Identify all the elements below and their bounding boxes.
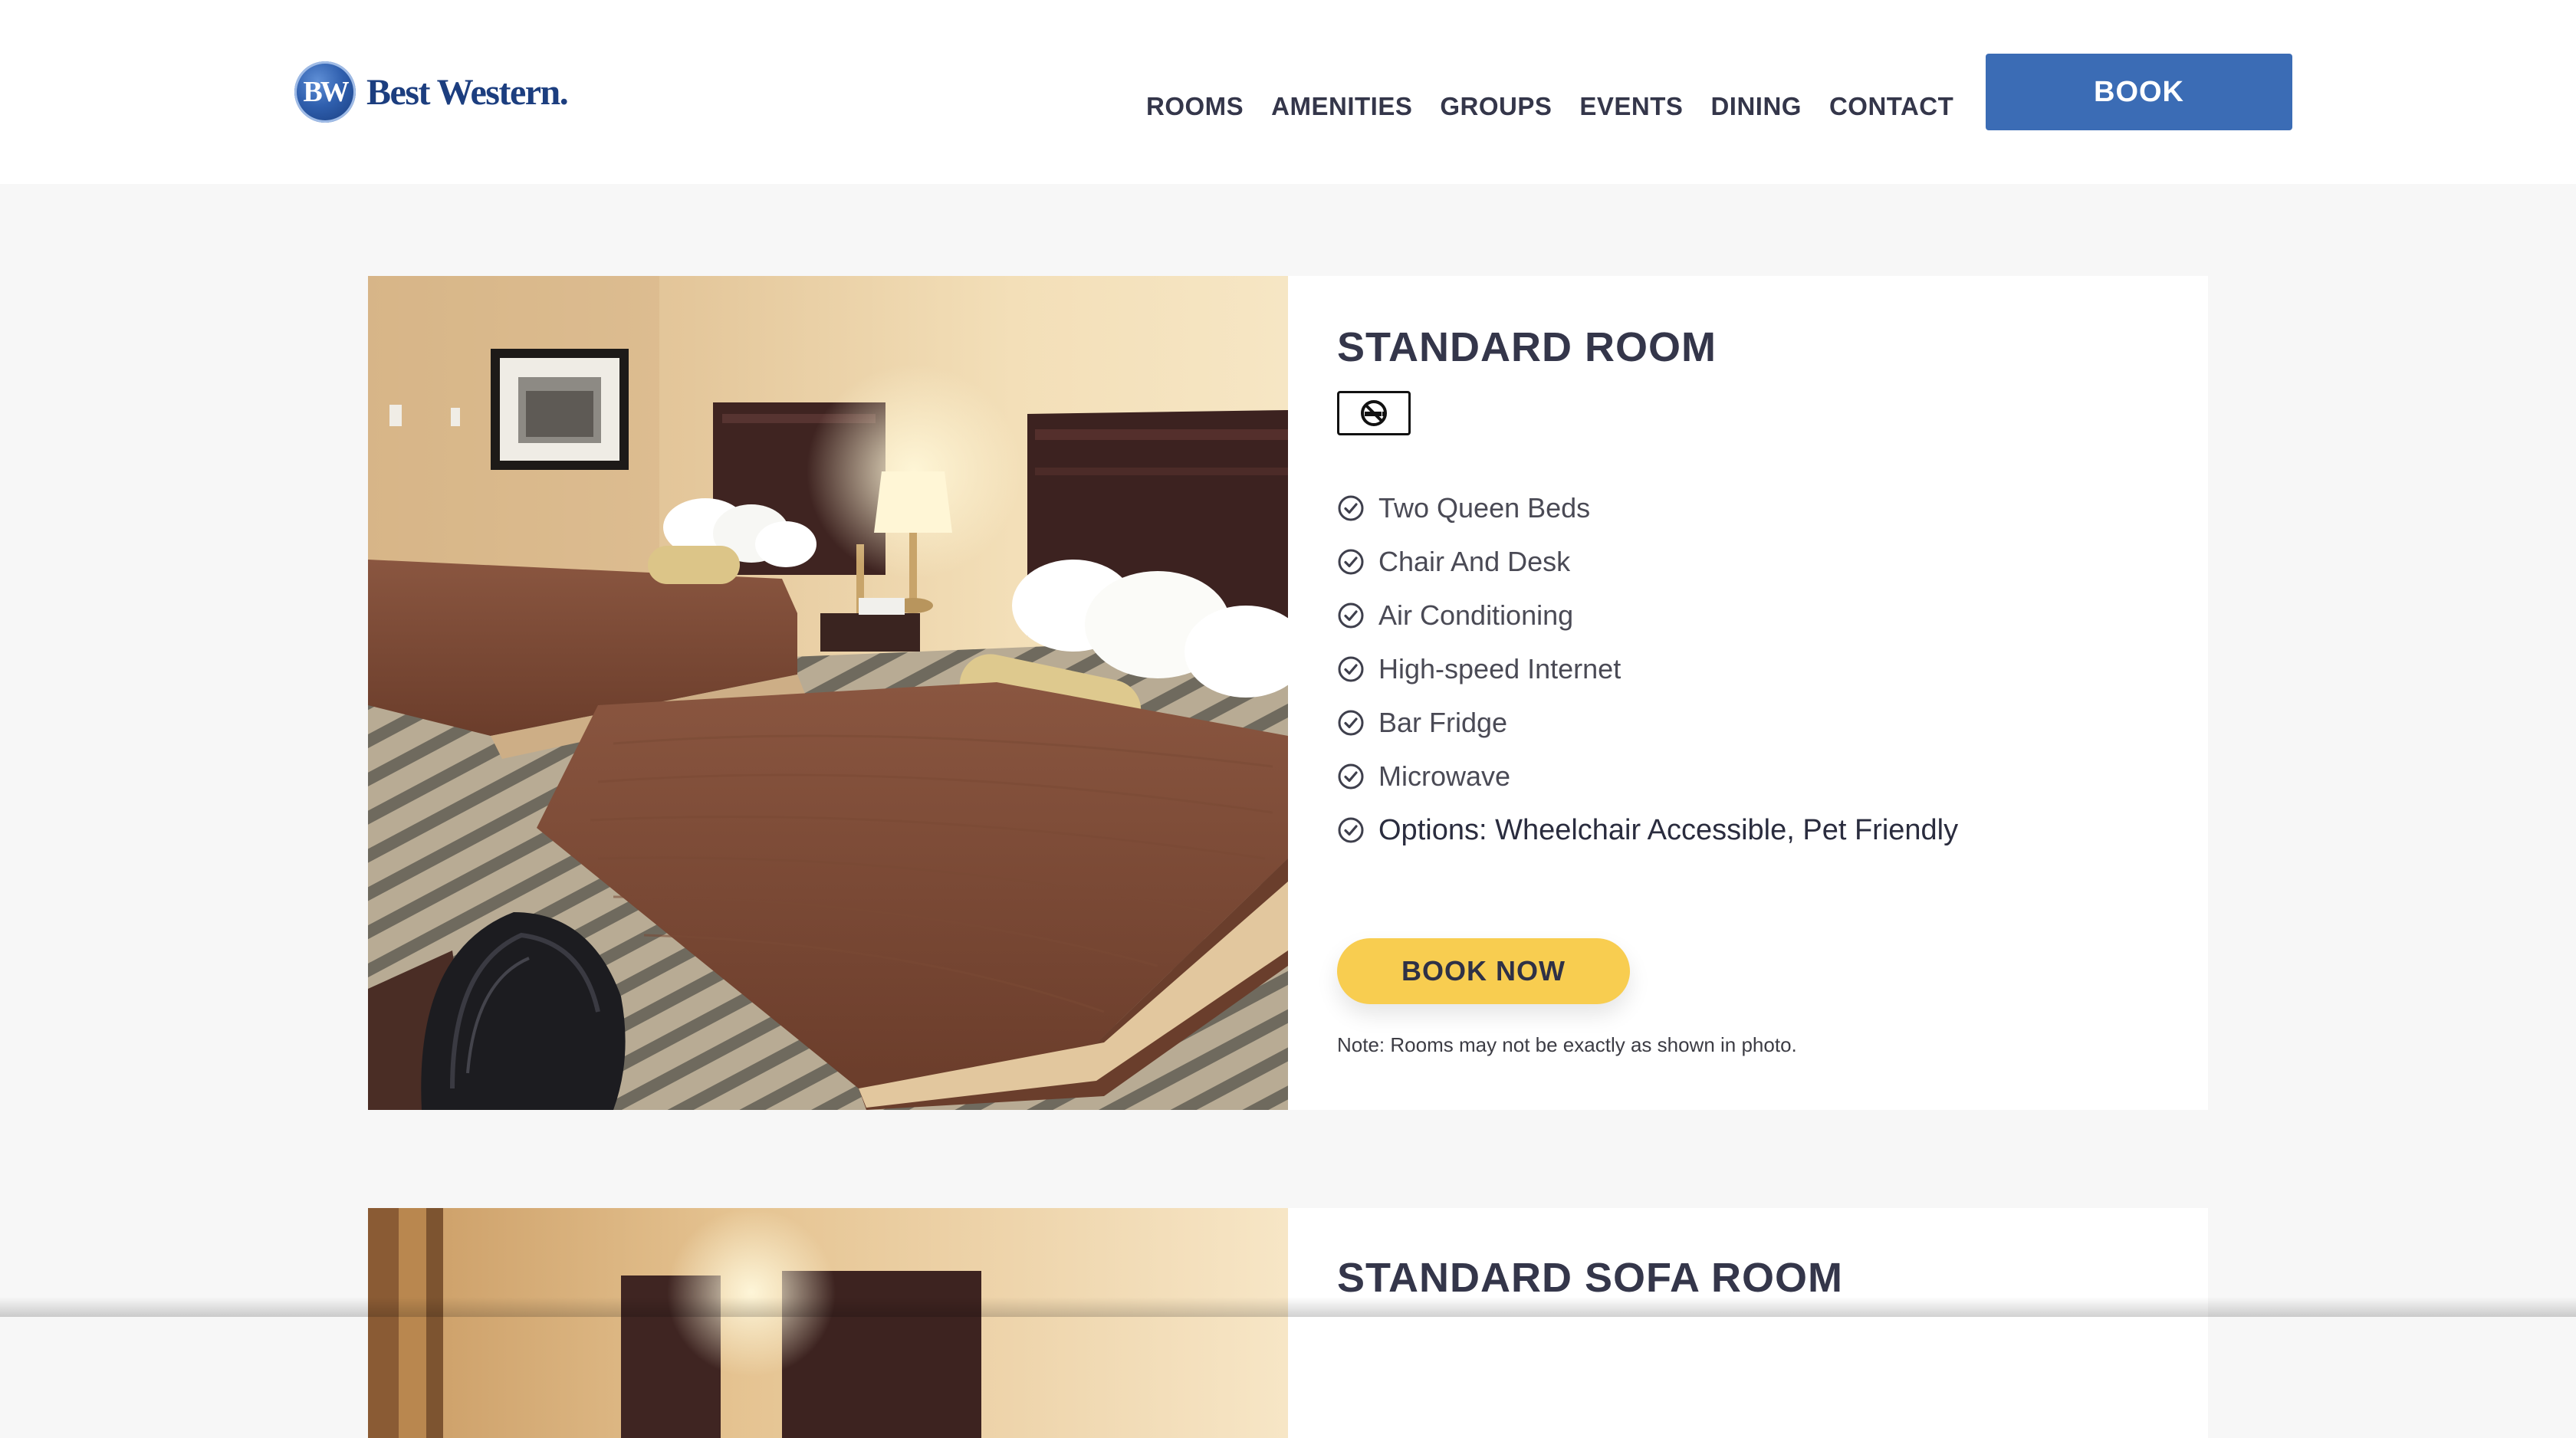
room-photo-image: [368, 276, 1288, 1110]
room-info: STANDARD ROOM Two Queen Beds Chair And D…: [1288, 276, 2208, 1110]
feature-label: Bar Fridge: [1378, 707, 1508, 738]
logo-wordmark: Best Western.: [366, 71, 569, 113]
room-info: STANDARD SOFA ROOM: [1288, 1208, 2208, 1438]
room-title: STANDARD SOFA ROOM: [1337, 1255, 1843, 1301]
room-photo-image: [368, 1208, 1288, 1438]
nav-amenities[interactable]: AMENITIES: [1271, 92, 1412, 121]
list-item: Two Queen Beds: [1337, 481, 1958, 535]
feature-label: Chair And Desk: [1378, 546, 1571, 577]
nav-events[interactable]: EVENTS: [1579, 92, 1683, 121]
list-item: Bar Fridge: [1337, 696, 1958, 750]
nav-rooms[interactable]: ROOMS: [1146, 92, 1244, 121]
photo-note: Note: Rooms may not be exactly as shown …: [1337, 1033, 1797, 1056]
room-card-standard: STANDARD ROOM Two Queen Beds Chair And D…: [368, 276, 2208, 1110]
feature-label: High-speed Internet: [1378, 653, 1622, 685]
check-circle-icon: [1338, 763, 1364, 790]
list-item: Air Conditioning: [1337, 589, 1958, 642]
nav-contact[interactable]: CONTACT: [1829, 92, 1953, 121]
feature-label: Air Conditioning: [1378, 599, 1574, 631]
check-circle-icon: [1338, 656, 1364, 682]
feature-label: Two Queen Beds: [1378, 492, 1591, 524]
feature-list: Two Queen Beds Chair And Desk Air Condit…: [1337, 481, 1958, 857]
nav-groups[interactable]: GROUPS: [1440, 92, 1552, 121]
bw-logo-badge: BW: [294, 61, 356, 123]
site-header: BW Best Western. ROOMS AMENITIES GROUPS …: [0, 0, 2576, 184]
best-western-logo[interactable]: BW Best Western.: [294, 60, 569, 124]
main-nav: ROOMS AMENITIES GROUPS EVENTS DINING CON…: [1146, 92, 1953, 121]
list-item: Microwave: [1337, 750, 1958, 803]
check-circle-icon: [1338, 549, 1364, 575]
check-circle-icon: [1338, 602, 1364, 629]
feature-label: Microwave: [1378, 760, 1511, 792]
check-circle-icon: [1338, 817, 1364, 843]
book-button[interactable]: BOOK: [1986, 54, 2292, 130]
room-title: STANDARD ROOM: [1337, 324, 1717, 370]
feature-label: Options: Wheelchair Accessible, Pet Frie…: [1378, 813, 1959, 846]
list-item: Chair And Desk: [1337, 535, 1958, 589]
check-circle-icon: [1338, 495, 1364, 521]
check-circle-icon: [1338, 710, 1364, 736]
room-photo: [368, 276, 1288, 1110]
no-smoking-icon: [1361, 400, 1387, 426]
list-item: High-speed Internet: [1337, 642, 1958, 696]
nav-dining[interactable]: DINING: [1710, 92, 1802, 121]
room-photo: [368, 1208, 1288, 1438]
room-card-standard-sofa: STANDARD SOFA ROOM: [368, 1208, 2208, 1438]
no-smoking-badge: [1337, 391, 1411, 435]
book-now-button[interactable]: BOOK NOW: [1337, 938, 1630, 1004]
list-item: Options: Wheelchair Accessible, Pet Frie…: [1337, 803, 1958, 857]
